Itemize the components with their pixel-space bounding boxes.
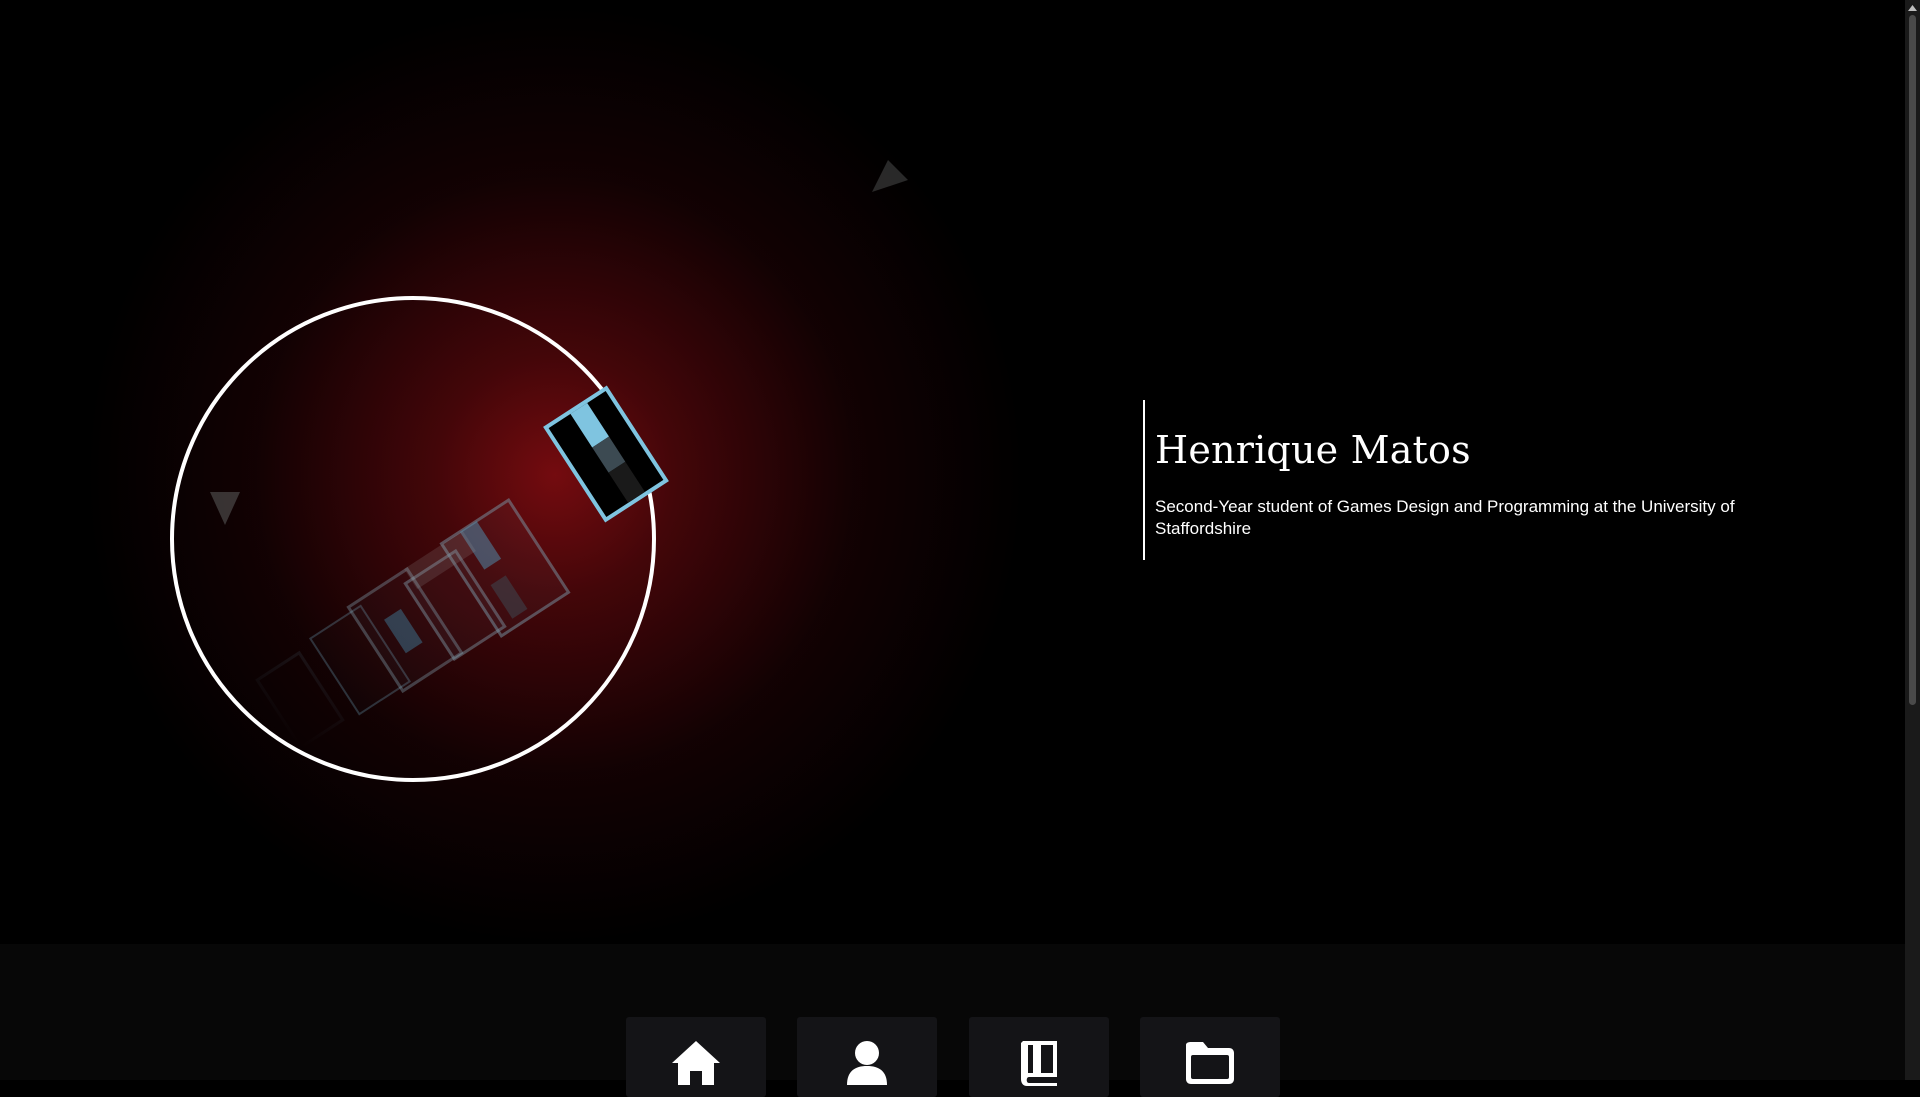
hero-section: Henrique Matos Second-Year student of Ga…: [0, 0, 1905, 944]
page-scrollbar[interactable]: [1905, 0, 1920, 1080]
folder-icon: [1186, 1042, 1234, 1084]
nav-about-button[interactable]: [797, 1017, 937, 1097]
author-tagline: Second-Year student of Games Design and …: [1155, 496, 1735, 538]
chevron-up-icon: [1908, 4, 1917, 11]
nav-projects-button[interactable]: [1140, 1017, 1280, 1097]
nav-resume-button[interactable]: [969, 1017, 1109, 1097]
nav-home-button[interactable]: [626, 1017, 766, 1097]
intro-block: Henrique Matos Second-Year student of Ga…: [1143, 400, 1783, 560]
player-trail: [255, 498, 571, 750]
scrollbar-thumb[interactable]: [1909, 15, 1916, 705]
scroll-up-arrow[interactable]: [1905, 0, 1920, 15]
bottom-nav: [0, 944, 1905, 1097]
author-name: Henrique Matos: [1155, 428, 1471, 472]
player-block: [543, 385, 669, 523]
floating-triangle: [210, 492, 240, 525]
orbit-ring: [170, 296, 656, 782]
floating-triangle: [872, 160, 908, 192]
